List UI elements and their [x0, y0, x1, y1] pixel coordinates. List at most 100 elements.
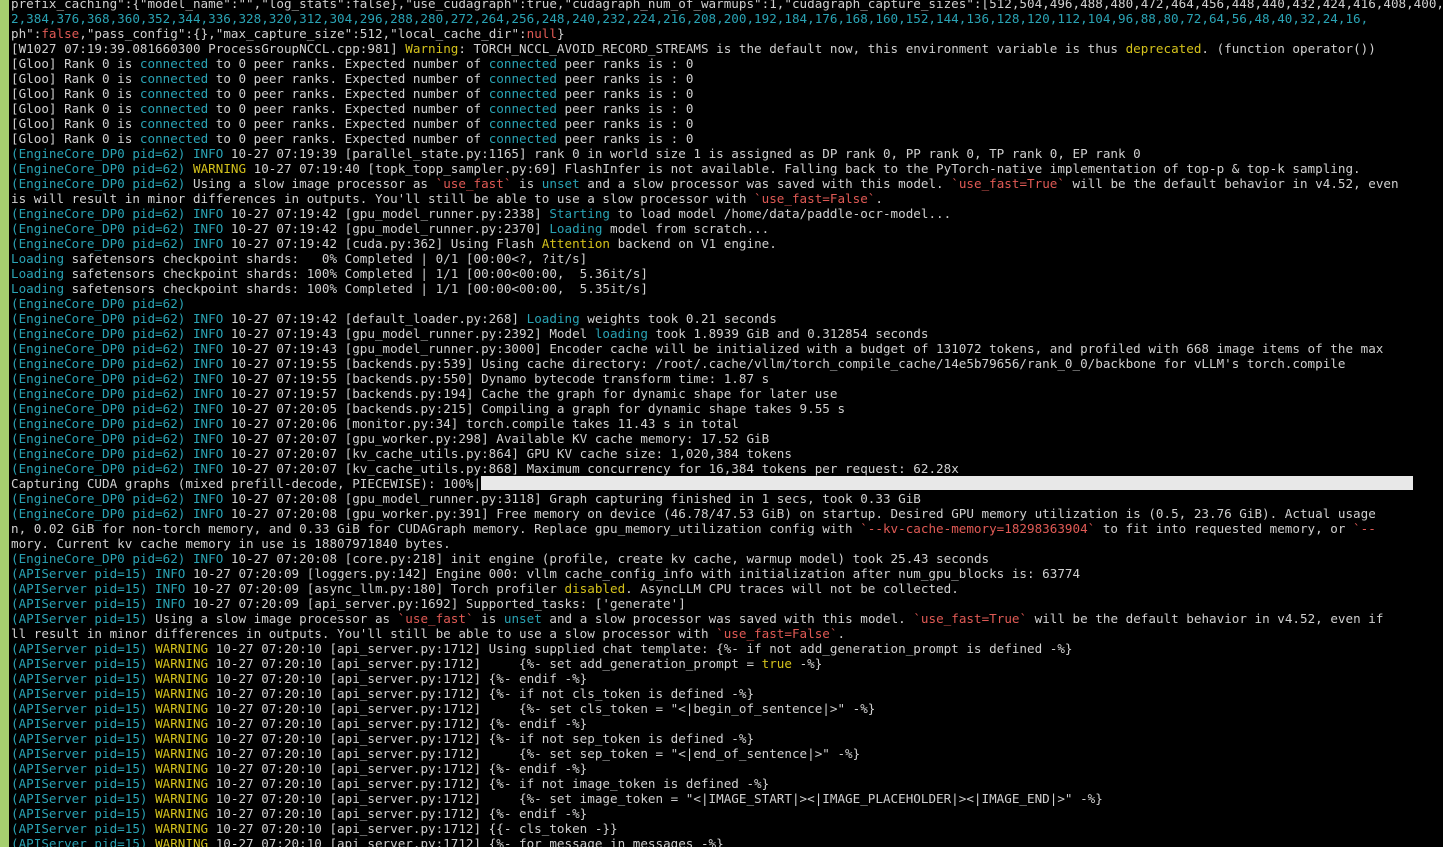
terminal-line: Loading safetensors checkpoint shards: 1…	[11, 266, 1443, 281]
log-text: unset	[503, 611, 542, 626]
terminal-line: (APIServer pid=15) WARNING 10-27 07:20:1…	[11, 671, 1443, 686]
log-text: 10-27 07:20:06 [monitor.py:34] torch.com…	[223, 416, 739, 431]
log-text: prefix_caching":{"model_name":"","log_st…	[11, 0, 1443, 11]
terminal-line: (EngineCore_DP0 pid=62) INFO 10-27 07:19…	[11, 326, 1443, 341]
log-text: (APIServer pid=15)	[11, 701, 156, 716]
log-text: peer ranks is : 0	[556, 116, 694, 131]
log-text: unset	[541, 176, 580, 191]
terminal-line: (APIServer pid=15) WARNING 10-27 07:20:1…	[11, 746, 1443, 761]
log-text: 10-27 07:19:42 [default_loader.py:268]	[223, 311, 527, 326]
log-text: WARNING	[155, 686, 209, 701]
terminal-line: Loading safetensors checkpoint shards: 1…	[11, 281, 1443, 296]
log-text: (EngineCore_DP0 pid=62) INFO	[11, 221, 224, 236]
log-text: 10-27 07:19:42 [gpu_model_runner.py:2370…	[223, 221, 550, 236]
log-text: 10-27 07:20:10 [api_server.py:1712] {%- …	[208, 806, 588, 821]
log-text: connected	[488, 56, 557, 71]
terminal-line: (EngineCore_DP0 pid=62) INFO 10-27 07:20…	[11, 461, 1443, 476]
log-text: 10-27 07:19:55 [backends.py:539] Using c…	[223, 356, 1346, 371]
terminal-line: (APIServer pid=15) INFO 10-27 07:20:09 […	[11, 566, 1443, 581]
log-text: 10-27 07:20:10 [api_server.py:1712] {%- …	[208, 671, 588, 686]
log-text: (EngineCore_DP0 pid=62) INFO	[11, 311, 224, 326]
log-text: false	[41, 26, 80, 41]
log-text: 10-27 07:19:42 [cuda.py:362] Using Flash	[223, 236, 542, 251]
terminal-output: prefix_caching":{"model_name":"","log_st…	[11, 0, 1443, 847]
terminal-line: [Gloo] Rank 0 is connected to 0 peer ran…	[11, 101, 1443, 116]
log-text: (APIServer pid=15)	[11, 611, 148, 626]
log-text: is will result in minor differences in o…	[11, 191, 755, 206]
log-text: connected	[139, 131, 209, 146]
log-text: Starting	[549, 206, 611, 221]
log-text: Using a slow image processor as	[185, 176, 436, 191]
log-text: WARNING	[155, 656, 209, 671]
log-text: 10-27 07:19:57 [backends.py:194] Cache t…	[223, 386, 838, 401]
log-text: -%}	[791, 656, 823, 671]
log-text: ,"pass_config":{},"max_capture_size":512…	[79, 26, 527, 41]
terminal-line: mory. Current kv cache memory in use is …	[11, 536, 1443, 551]
terminal-line: (EngineCore_DP0 pid=62) INFO 10-27 07:19…	[11, 146, 1443, 161]
log-text: (APIServer pid=15)	[11, 716, 156, 731]
log-text: true	[761, 656, 792, 671]
terminal-window[interactable]: prefix_caching":{"model_name":"","log_st…	[0, 0, 1443, 847]
log-text: connected	[488, 71, 557, 86]
terminal-line: Capturing CUDA graphs (mixed prefill-dec…	[11, 476, 1443, 491]
log-text: Loading	[549, 221, 603, 236]
log-text: [Gloo] Rank 0 is	[11, 86, 140, 101]
terminal-line: (EngineCore_DP0 pid=62) INFO 10-27 07:19…	[11, 371, 1443, 386]
terminal-line: (APIServer pid=15) WARNING 10-27 07:20:1…	[11, 641, 1443, 656]
log-text: mory. Current kv cache memory in use is …	[11, 536, 451, 551]
log-text: (EngineCore_DP0 pid=62)	[11, 176, 186, 191]
log-text: safetensors checkpoint shards: 100% Comp…	[64, 266, 648, 281]
terminal-line: (EngineCore_DP0 pid=62) INFO 10-27 07:20…	[11, 446, 1443, 461]
log-text: WARNING	[155, 731, 209, 746]
terminal-line: (APIServer pid=15) WARNING 10-27 07:20:1…	[11, 731, 1443, 746]
log-text: peer ranks is : 0	[556, 56, 694, 71]
log-text: connected	[488, 131, 557, 146]
log-text: `use_fast=True`	[951, 176, 1065, 191]
log-text: (APIServer pid=15)	[11, 641, 156, 656]
terminal-line: (EngineCore_DP0 pid=62) INFO 10-27 07:19…	[11, 221, 1443, 236]
log-text: (EngineCore_DP0 pid=62) INFO	[11, 326, 224, 341]
log-text: will be the default behavior in v4.52, e…	[1064, 176, 1399, 191]
log-text: is	[511, 176, 542, 191]
log-text: (EngineCore_DP0 pid=62) INFO	[11, 356, 224, 371]
log-text: disabled	[564, 581, 626, 596]
terminal-gutter	[0, 0, 9, 847]
log-text: 10-27 07:20:10 [api_server.py:1712] {%- …	[208, 791, 1103, 806]
log-text: 10-27 07:20:10 [api_server.py:1712] Usin…	[208, 641, 1073, 656]
log-text: (APIServer pid=15)	[11, 731, 156, 746]
log-text: 10-27 07:20:07 [kv_cache_utils.py:864] G…	[223, 446, 792, 461]
log-text: to load model /home/data/paddle-ocr-mode…	[610, 206, 952, 221]
log-text: 10-27 07:20:08 [gpu_model_runner.py:3118…	[223, 491, 921, 506]
log-text: (APIServer pid=15)	[11, 821, 156, 836]
log-text: 10-27 07:19:39 [parallel_state.py:1165] …	[223, 146, 1141, 161]
terminal-line: ph":false,"pass_config":{},"max_capture_…	[11, 26, 1443, 41]
log-text: and a slow processor was saved with this…	[541, 611, 914, 626]
terminal-line: (EngineCore_DP0 pid=62) INFO 10-27 07:20…	[11, 506, 1443, 521]
terminal-line: [Gloo] Rank 0 is connected to 0 peer ran…	[11, 131, 1443, 146]
terminal-line: (EngineCore_DP0 pid=62) INFO 10-27 07:20…	[11, 431, 1443, 446]
terminal-line: [W1027 07:19:39.081660300 ProcessGroupNC…	[11, 41, 1443, 56]
log-text: 10-27 07:20:08 [core.py:218] init engine…	[223, 551, 990, 566]
log-text: (EngineCore_DP0 pid=62) INFO	[11, 371, 224, 386]
log-text: connected	[139, 101, 209, 116]
log-text: (APIServer pid=15)	[11, 686, 156, 701]
terminal-line: Loading safetensors checkpoint shards: 0…	[11, 251, 1443, 266]
log-text: `--	[1353, 521, 1376, 536]
terminal-line: (APIServer pid=15) WARNING 10-27 07:20:1…	[11, 701, 1443, 716]
terminal-line: (EngineCore_DP0 pid=62) INFO 10-27 07:20…	[11, 551, 1443, 566]
terminal-line: (EngineCore_DP0 pid=62) INFO 10-27 07:20…	[11, 491, 1443, 506]
log-text: WARNING	[155, 761, 209, 776]
log-text: Using a slow image processor as	[147, 611, 398, 626]
log-text: ll result in minor differences in output…	[11, 626, 717, 641]
log-text: 10-27 07:20:09 [api_server.py:1692] Supp…	[185, 596, 686, 611]
terminal-line: (APIServer pid=15) INFO 10-27 07:20:09 […	[11, 581, 1443, 596]
log-text: : TORCH_NCCL_AVOID_RECORD_STREAMS is the…	[458, 41, 1126, 56]
log-text: 10-27 07:20:10 [api_server.py:1712] {%- …	[208, 656, 762, 671]
terminal-line: (EngineCore_DP0 pid=62) INFO 10-27 07:19…	[11, 206, 1443, 221]
log-text: 10-27 07:20:10 [api_server.py:1712] {%- …	[208, 716, 588, 731]
log-text: (EngineCore_DP0 pid=62) INFO	[11, 551, 224, 566]
log-text: connected	[139, 86, 209, 101]
log-text: deprecated	[1125, 41, 1202, 56]
log-text: to 0 peer ranks. Expected number of	[208, 56, 489, 71]
log-text: to 0 peer ranks. Expected number of	[208, 101, 489, 116]
